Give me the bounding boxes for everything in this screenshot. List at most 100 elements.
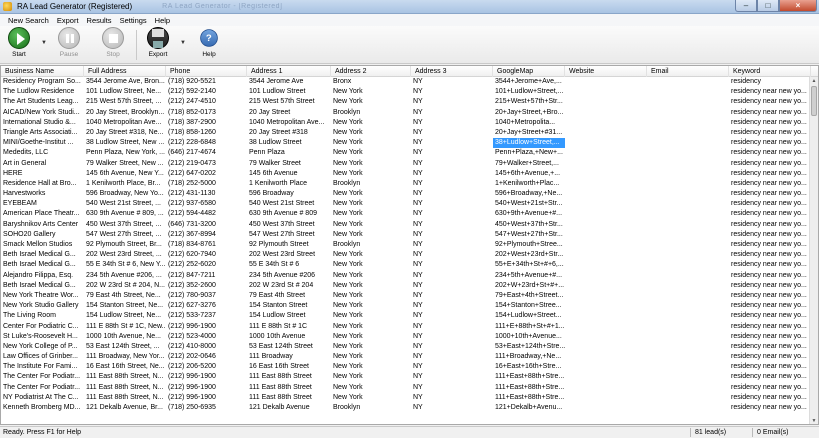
cell-full-address[interactable]: 111 East 88th Street, N... — [84, 383, 166, 393]
cell-business-name[interactable]: Residence Hall at Bro... — [1, 179, 84, 189]
cell-full-address[interactable]: 202 West 23rd Street, ... — [84, 250, 166, 260]
table-row[interactable]: St Luke's-Roosevelt H... 1000 10th Avenue… — [1, 332, 818, 342]
cell-googlemap[interactable]: 234+5th+Avenue+#... — [493, 271, 565, 281]
cell-address-2[interactable]: New York — [331, 199, 411, 209]
cell-address-1[interactable]: 55 E 34th St # 6 — [247, 260, 331, 270]
cell-business-name[interactable]: NY Podiatrist At The C... — [1, 393, 84, 403]
cell-phone[interactable]: (212) 620-7940 — [166, 250, 247, 260]
cell-phone[interactable]: (212) 352-2600 — [166, 281, 247, 291]
cell-keyword[interactable]: residency near new yo... — [729, 250, 809, 260]
cell-phone[interactable]: (212) 228-6848 — [166, 138, 247, 148]
cell-phone[interactable]: (212) 996-1900 — [166, 372, 247, 382]
cell-phone[interactable]: (212) 647-0202 — [166, 169, 247, 179]
cell-address-2[interactable]: New York — [331, 169, 411, 179]
cell-website[interactable] — [565, 403, 647, 413]
cell-keyword[interactable]: residency near new yo... — [729, 342, 809, 352]
cell-business-name[interactable]: Mededits, LLC — [1, 148, 84, 158]
cell-address-3[interactable]: NY — [411, 311, 493, 321]
cell-phone[interactable]: (212) 996-1900 — [166, 393, 247, 403]
cell-business-name[interactable]: The Center For Podiatr... — [1, 383, 84, 393]
cell-address-3[interactable]: NY — [411, 332, 493, 342]
cell-address-2[interactable]: New York — [331, 230, 411, 240]
cell-phone[interactable]: (718) 252-5000 — [166, 179, 247, 189]
cell-website[interactable] — [565, 148, 647, 158]
cell-googlemap[interactable]: 111+Broadway,+Ne... — [493, 352, 565, 362]
cell-address-3[interactable]: NY — [411, 322, 493, 332]
cell-keyword[interactable]: residency near new yo... — [729, 301, 809, 311]
cell-address-1[interactable]: 101 Ludlow Street — [247, 87, 331, 97]
cell-googlemap[interactable]: 111+East+88th+Stre... — [493, 393, 565, 403]
cell-address-3[interactable]: NY — [411, 393, 493, 403]
cell-googlemap[interactable]: 111+East+88th+Stre... — [493, 383, 565, 393]
cell-email[interactable] — [647, 403, 729, 413]
cell-full-address[interactable]: Penn Plaza, New York, ... — [84, 148, 166, 158]
scrollbar-thumb[interactable] — [811, 86, 817, 116]
cell-address-1[interactable]: 1040 Metropolitan Ave... — [247, 118, 331, 128]
cell-keyword[interactable]: residency near new yo... — [729, 179, 809, 189]
cell-full-address[interactable]: 16 East 16th Street, Ne... — [84, 362, 166, 372]
cell-address-1[interactable]: 234 5th Avenue #206 — [247, 271, 331, 281]
cell-full-address[interactable]: 145 6th Avenue, New Y... — [84, 169, 166, 179]
cell-googlemap[interactable]: 630+9th+Avenue+#... — [493, 209, 565, 219]
cell-full-address[interactable]: 111 East 88th Street, N... — [84, 372, 166, 382]
table-row[interactable]: Beth Israel Medical G... 202 W 23rd St # … — [1, 281, 818, 291]
cell-email[interactable] — [647, 220, 729, 230]
cell-address-2[interactable]: New York — [331, 148, 411, 158]
cell-email[interactable] — [647, 138, 729, 148]
cell-address-1[interactable]: 79 Walker Street — [247, 159, 331, 169]
cell-website[interactable] — [565, 77, 647, 87]
cell-phone[interactable]: (212) 523-4000 — [166, 332, 247, 342]
table-row[interactable]: Triangle Arts Associati... 20 Jay Street … — [1, 128, 818, 138]
cell-phone[interactable]: (212) 410-8000 — [166, 342, 247, 352]
cell-address-2[interactable]: New York — [331, 260, 411, 270]
cell-googlemap[interactable]: 3544+Jerome+Ave,... — [493, 77, 565, 87]
cell-keyword[interactable]: residency near new yo... — [729, 322, 809, 332]
cell-address-2[interactable]: New York — [331, 362, 411, 372]
cell-website[interactable] — [565, 322, 647, 332]
cell-business-name[interactable]: Beth Israel Medical G... — [1, 260, 84, 270]
cell-website[interactable] — [565, 342, 647, 352]
cell-address-2[interactable]: New York — [331, 311, 411, 321]
cell-business-name[interactable]: American Place Theatr... — [1, 209, 84, 219]
cell-full-address[interactable]: 20 Jay Street #318, Ne... — [84, 128, 166, 138]
cell-keyword[interactable]: residency near new yo... — [729, 291, 809, 301]
cell-email[interactable] — [647, 97, 729, 107]
cell-address-1[interactable]: 20 Jay Street #318 — [247, 128, 331, 138]
cell-website[interactable] — [565, 128, 647, 138]
cell-address-2[interactable]: New York — [331, 138, 411, 148]
cell-googlemap[interactable]: 1040+Metropolita... — [493, 118, 565, 128]
column-header-address-1[interactable]: Address 1 — [247, 66, 331, 77]
cell-business-name[interactable]: St Luke's-Roosevelt H... — [1, 332, 84, 342]
cell-full-address[interactable]: 1000 10th Avenue, Ne... — [84, 332, 166, 342]
cell-full-address[interactable]: 79 East 4th Street, Ne... — [84, 291, 166, 301]
cell-business-name[interactable]: The Living Room — [1, 311, 84, 321]
cell-address-3[interactable]: NY — [411, 372, 493, 382]
cell-phone[interactable]: (718) 852-0173 — [166, 108, 247, 118]
cell-googlemap[interactable]: 101+Ludlow+Street,... — [493, 87, 565, 97]
cell-full-address[interactable]: 79 Walker Street, New ... — [84, 159, 166, 169]
cell-email[interactable] — [647, 148, 729, 158]
cell-email[interactable] — [647, 159, 729, 169]
cell-address-3[interactable]: NY — [411, 271, 493, 281]
cell-website[interactable] — [565, 169, 647, 179]
cell-address-3[interactable]: NY — [411, 179, 493, 189]
cell-full-address[interactable]: 20 Jay Street, Brooklyn... — [84, 108, 166, 118]
cell-business-name[interactable]: The Institute For Fami... — [1, 362, 84, 372]
cell-email[interactable] — [647, 393, 729, 403]
cell-address-3[interactable]: NY — [411, 403, 493, 413]
scroll-up-icon[interactable]: ▲ — [810, 77, 818, 85]
cell-address-3[interactable]: NY — [411, 342, 493, 352]
cell-googlemap[interactable]: 540+West+21st+Str... — [493, 199, 565, 209]
cell-email[interactable] — [647, 169, 729, 179]
cell-keyword[interactable]: residency near new yo... — [729, 311, 809, 321]
cell-business-name[interactable]: International Studio &... — [1, 118, 84, 128]
cell-full-address[interactable]: 111 Broadway, New Yor... — [84, 352, 166, 362]
cell-address-2[interactable]: New York — [331, 250, 411, 260]
cell-address-2[interactable]: New York — [331, 271, 411, 281]
cell-address-1[interactable]: 540 West 21st Street — [247, 199, 331, 209]
pause-button[interactable]: Pause — [56, 27, 82, 62]
results-grid[interactable]: Business Name Full Address Phone Address 1A… — [0, 65, 819, 425]
minimize-button[interactable]: – — [735, 0, 757, 12]
cell-address-1[interactable]: 53 East 124th Street — [247, 342, 331, 352]
cell-business-name[interactable]: New York Studio Gallery — [1, 301, 84, 311]
